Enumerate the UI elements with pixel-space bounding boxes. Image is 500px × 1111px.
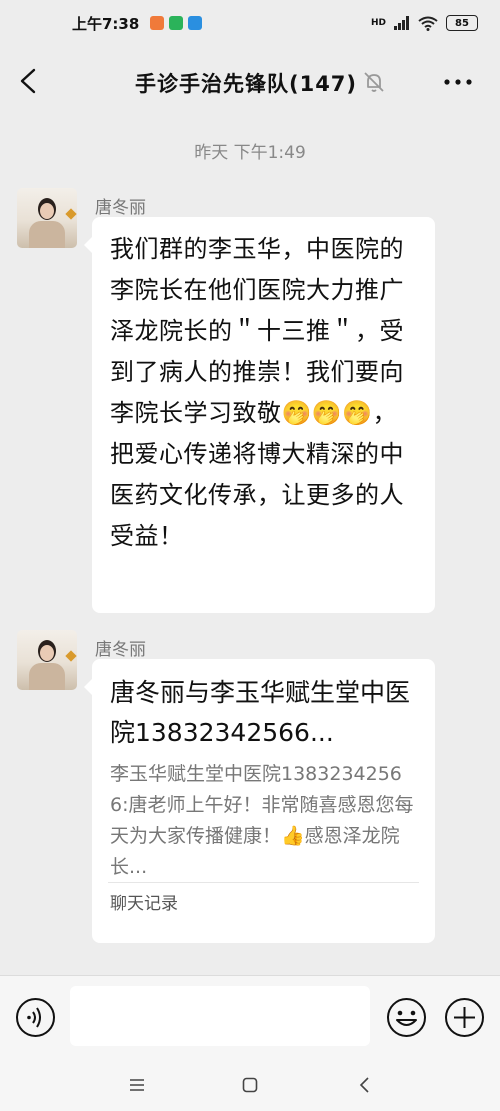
plus-icon[interactable] (444, 997, 485, 1038)
home-icon[interactable] (240, 1075, 260, 1095)
chat-header: 手诊手治先锋队(147) (0, 46, 500, 118)
system-nav-bar (0, 1057, 500, 1111)
chat-record-card[interactable]: 唐冬丽与李玉华赋生堂中医院13832342566... 李玉华赋生堂中医院138… (84, 659, 435, 943)
muted-bell-icon (364, 72, 384, 92)
card-preview: 李玉华赋生堂中医院13832342566:唐老师上午好！非常随喜感恩您每天为大家… (110, 763, 414, 878)
sender-name: 唐冬丽 (95, 640, 146, 660)
status-bar: 上午7:38 HD 85 (0, 0, 500, 46)
wifi-icon (418, 16, 438, 31)
status-indicators: HD 85 (371, 15, 478, 31)
card-footer-label: 聊天记录 (110, 894, 178, 914)
menu-icon[interactable] (127, 1075, 147, 1095)
app-notification-icon (169, 16, 184, 30)
app-notification-icon (150, 16, 165, 30)
voice-icon[interactable] (15, 997, 56, 1038)
signal-icon (394, 16, 409, 30)
emoji-icon[interactable] (386, 997, 427, 1038)
avatar[interactable] (17, 630, 77, 690)
avatar[interactable] (17, 188, 77, 248)
message-input[interactable] (70, 986, 370, 1046)
battery-indicator: 85 (446, 15, 478, 31)
app-notification-icon (188, 16, 203, 30)
sender-name: 唐冬丽 (95, 198, 146, 218)
back-icon[interactable] (355, 1075, 375, 1095)
input-bar (0, 975, 500, 1057)
status-time: 上午7:38 (72, 14, 140, 33)
message-timestamp: 昨天 下午1:49 (194, 143, 306, 163)
network-label: HD (370, 18, 386, 28)
more-options-icon[interactable] (438, 70, 478, 94)
chat-title[interactable]: 手诊手治先锋队(147) (0, 68, 500, 98)
message-text: 我们群的李玉华，中医院的李院长在他们医院大力推广泽龙院长的＂十三推＂，受到了病人… (110, 235, 404, 550)
message-bubble[interactable]: 我们群的李玉华，中医院的李院长在他们医院大力推广泽龙院长的＂十三推＂，受到了病人… (84, 217, 435, 613)
card-title: 唐冬丽与李玉华赋生堂中医院13832342566... (110, 678, 411, 747)
